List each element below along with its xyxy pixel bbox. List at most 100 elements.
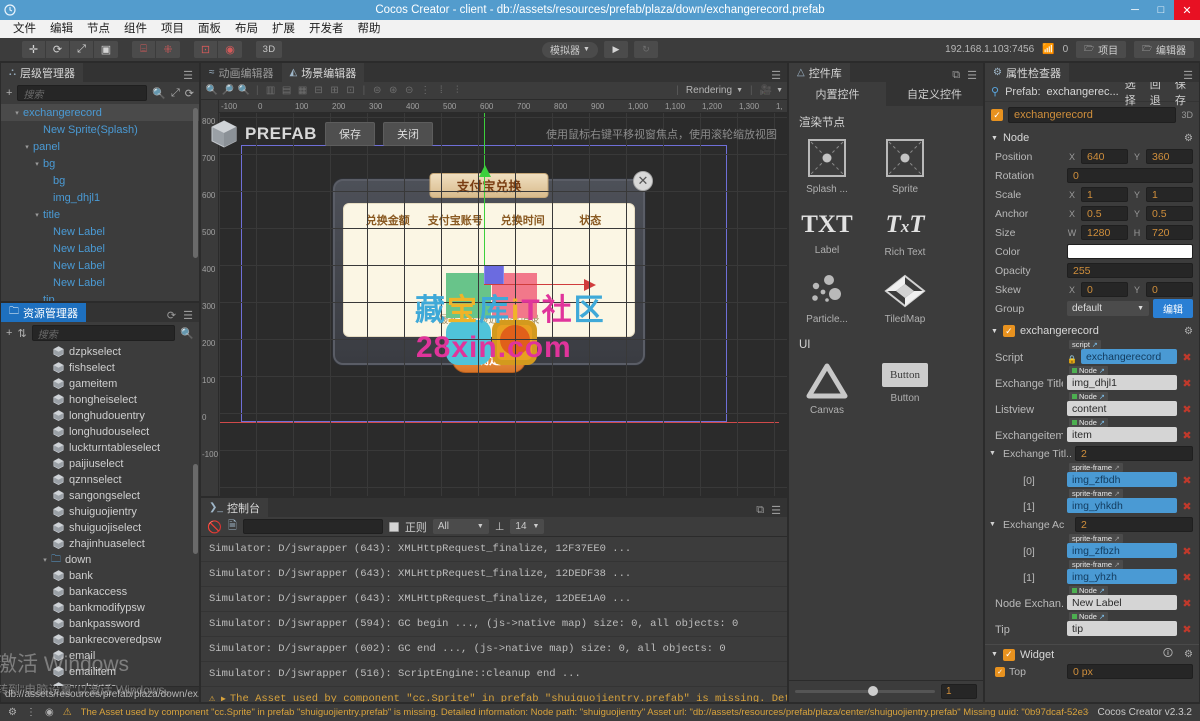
console-log-row[interactable]: Simulator: D/jswrapper (594): GC begin .… bbox=[201, 612, 787, 637]
hierarchy-node[interactable]: New Sprite(Splash) bbox=[1, 121, 199, 138]
chevron-down-icon-2[interactable]: ▼ bbox=[776, 87, 783, 94]
clear-reference-button[interactable]: ✖ bbox=[1181, 377, 1193, 390]
open-link-icon[interactable]: ↗ bbox=[1114, 490, 1120, 498]
clear-reference-button[interactable]: ✖ bbox=[1181, 351, 1193, 364]
complib-item-button[interactable]: Button Button bbox=[877, 363, 933, 416]
property-value-field[interactable]: 0 bbox=[1146, 282, 1193, 297]
property-value-field[interactable]: 640 bbox=[1081, 149, 1128, 164]
search-icon[interactable]: 🔍 bbox=[152, 87, 166, 100]
color-swatch-field[interactable] bbox=[1067, 244, 1193, 259]
clear-reference-button[interactable]: ✖ bbox=[1181, 623, 1193, 636]
clear-icon[interactable]: 🚫 bbox=[207, 520, 222, 534]
scene-viewport[interactable]: 800 700 600 500 400 300 200 100 0 -100 -100 0 100 20… bbox=[201, 100, 787, 496]
scale-tool-icon[interactable]: ⤢ bbox=[70, 41, 94, 58]
component-section-header[interactable]: ▼ ✓ exchangerecord ⚙ bbox=[985, 322, 1199, 340]
tab-inspector[interactable]: ⚙ 属性检查器 bbox=[985, 63, 1069, 82]
search-icon[interactable]: 🔍 bbox=[180, 327, 194, 340]
property-value-field[interactable]: 360 bbox=[1146, 149, 1193, 164]
array-count-field[interactable]: 2 bbox=[1075, 446, 1193, 461]
minimize-button[interactable]: ─ bbox=[1122, 0, 1148, 20]
asset-item[interactable]: luckturntableselect bbox=[1, 440, 199, 456]
scene-canvas[interactable]: 支付宝兑换 ✕ 兑换金额 支付宝账号 兑换时间 状态 最多显示最近10条记录 确… bbox=[219, 113, 787, 496]
file-icon[interactable]: 🗎 bbox=[228, 517, 237, 536]
console-log-row[interactable]: Simulator: D/jswrapper (643): XMLHttpReq… bbox=[201, 587, 787, 612]
align-center-h-icon[interactable]: ▤ bbox=[280, 84, 294, 98]
clear-reference-button[interactable]: ✖ bbox=[1181, 500, 1193, 513]
open-link-icon[interactable]: ↗ bbox=[1099, 393, 1105, 401]
node-section-header[interactable]: ▼ Node ⚙ bbox=[985, 129, 1199, 147]
align-left-icon[interactable]: ▥ bbox=[264, 84, 278, 98]
assets-scrollbar[interactable] bbox=[193, 464, 198, 554]
camera-icon[interactable]: 🎥 bbox=[760, 85, 772, 96]
hierarchy-node[interactable]: bg bbox=[1, 172, 199, 189]
asset-item[interactable]: bankaccess bbox=[1, 584, 199, 600]
gear-icon[interactable]: ⚙ bbox=[1184, 649, 1193, 660]
asset-item[interactable]: email bbox=[1, 648, 199, 664]
asset-item[interactable]: bankpassword bbox=[1, 616, 199, 632]
align-tool-icon[interactable]: ⊡ bbox=[194, 41, 218, 58]
node-name-input[interactable]: exchangerecord bbox=[1008, 107, 1177, 123]
restore-icon[interactable]: ⧉ bbox=[756, 504, 764, 517]
open-link-icon[interactable]: ↗ bbox=[1114, 464, 1120, 472]
add-node-button[interactable]: + bbox=[6, 87, 12, 99]
menu-item-project[interactable]: 项目 bbox=[154, 20, 191, 38]
tab-console[interactable]: ❯_ 控制台 bbox=[201, 498, 268, 517]
refresh-button[interactable]: ↻ bbox=[633, 41, 658, 58]
menu-item-layout[interactable]: 布局 bbox=[228, 20, 265, 38]
array-header-row[interactable]: ▼ Exchange Ac 2 bbox=[985, 515, 1199, 534]
console-log-row[interactable]: Simulator: D/jswrapper (516): ScriptEngi… bbox=[201, 662, 787, 687]
pivot-tool-icon[interactable]: ⌸ bbox=[132, 41, 156, 58]
subtab-custom[interactable]: 自定义控件 bbox=[886, 82, 983, 106]
property-value-field[interactable]: 0 bbox=[1081, 282, 1128, 297]
gizmo-origin-handle[interactable] bbox=[484, 265, 504, 285]
menu-item-panel[interactable]: 面板 bbox=[191, 20, 228, 38]
node-enabled-checkbox[interactable]: ✓ bbox=[991, 109, 1003, 121]
group-select[interactable]: default ▼ bbox=[1067, 301, 1149, 316]
console-log-row[interactable]: Simulator: D/jswrapper (602): GC end ...… bbox=[201, 637, 787, 662]
reference-value-field[interactable]: exchangerecord bbox=[1080, 349, 1177, 364]
link-icon[interactable]: ⤢ bbox=[171, 87, 180, 100]
property-value-field[interactable]: 720 bbox=[1146, 225, 1193, 240]
hierarchy-node[interactable]: New Label bbox=[1, 274, 199, 291]
zoom-in-icon[interactable]: 🔍 bbox=[205, 84, 219, 98]
console-log-row[interactable]: Simulator: D/jswrapper (643): XMLHttpReq… bbox=[201, 562, 787, 587]
asset-item[interactable]: qznnselect bbox=[1, 472, 199, 488]
hamburger-icon[interactable]: ☰ bbox=[771, 504, 781, 517]
clear-reference-button[interactable]: ✖ bbox=[1181, 474, 1193, 487]
complib-item-particle[interactable]: Particle... bbox=[799, 274, 855, 325]
subtab-builtin[interactable]: 内置控件 bbox=[789, 82, 886, 106]
hamburger-icon[interactable]: ☰ bbox=[183, 309, 193, 322]
add-asset-button[interactable]: + bbox=[6, 327, 12, 339]
zoom-reset-icon[interactable]: 🔍 bbox=[237, 84, 251, 98]
regex-checkbox[interactable] bbox=[388, 521, 399, 532]
play-button[interactable]: ▶ bbox=[603, 41, 628, 58]
rendering-label[interactable]: Rendering bbox=[686, 85, 732, 96]
complib-item-richtext[interactable]: TxT Rich Text bbox=[877, 211, 933, 258]
sort-icon[interactable]: ⇅ bbox=[17, 327, 26, 340]
asset-item[interactable]: ▾ 🗀 down bbox=[1, 552, 199, 568]
asset-item[interactable]: exchange bbox=[1, 680, 199, 686]
chevron-down-icon[interactable]: ▾ bbox=[31, 211, 43, 219]
distribute-icon[interactable]: ⊝ bbox=[402, 84, 416, 98]
hierarchy-search-input[interactable]: 搜索 bbox=[17, 85, 148, 101]
asset-item[interactable]: gameitem bbox=[1, 376, 199, 392]
open-link-icon[interactable]: ↗ bbox=[1092, 341, 1098, 349]
array-entry-value-field[interactable]: img_yhzh bbox=[1067, 569, 1177, 584]
reference-value-field[interactable]: New Label bbox=[1067, 595, 1177, 610]
move-tool-icon[interactable]: ✛ bbox=[22, 41, 46, 58]
open-link-icon[interactable]: ↗ bbox=[1099, 367, 1105, 375]
asset-item[interactable]: shuiguojientry bbox=[1, 504, 199, 520]
property-value-field[interactable]: 1 bbox=[1081, 187, 1128, 202]
console-log-row[interactable]: Simulator: D/jswrapper (643): XMLHttpReq… bbox=[201, 537, 787, 562]
chevron-down-icon[interactable]: ▼ bbox=[991, 651, 998, 658]
array-header-row[interactable]: ▼ Exchange Titl... 2 bbox=[985, 444, 1199, 463]
distribute-h-icon[interactable]: ⊜ bbox=[370, 84, 384, 98]
refresh-icon[interactable]: ⟳ bbox=[185, 87, 194, 100]
distribute-2-icon[interactable]: ⋮ bbox=[418, 84, 432, 98]
group-edit-button[interactable]: 编辑 bbox=[1153, 299, 1193, 318]
widget-top-value[interactable]: 0 px bbox=[1067, 664, 1193, 679]
hierarchy-node[interactable]: ▾ title bbox=[1, 206, 199, 223]
chevron-down-icon[interactable]: ▼ bbox=[989, 521, 999, 528]
align-bottom-icon[interactable]: ⊡ bbox=[344, 84, 358, 98]
open-link-icon[interactable]: ↗ bbox=[1114, 535, 1120, 543]
